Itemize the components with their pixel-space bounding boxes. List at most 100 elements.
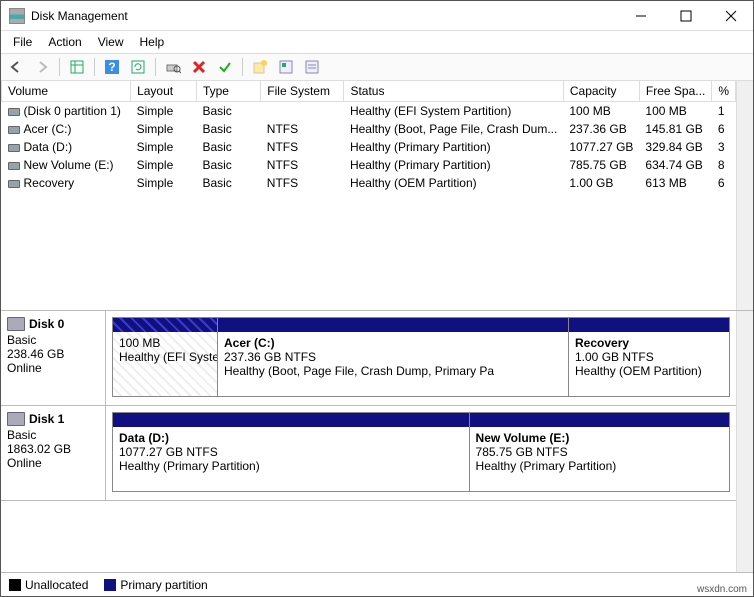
disk-map[interactable]: Disk 0 Basic 238.46 GB Online 100 MB Hea… xyxy=(1,311,736,572)
toolbar: ? xyxy=(1,53,753,81)
partition-status: Healthy (Boot, Page File, Crash Dump, Pr… xyxy=(224,364,562,378)
disk-1-type: Basic xyxy=(7,428,99,442)
cell-type: Basic xyxy=(196,120,260,138)
table-row[interactable]: Recovery Simple Basic NTFS Healthy (OEM … xyxy=(2,174,736,192)
table-row[interactable]: Data (D:) Simple Basic NTFS Healthy (Pri… xyxy=(2,138,736,156)
cell-free: 145.81 GB xyxy=(639,120,711,138)
volume-name: Recovery xyxy=(24,176,75,190)
cell-layout: Simple xyxy=(131,120,197,138)
disk-1-status: Online xyxy=(7,456,99,470)
close-button[interactable] xyxy=(708,1,753,30)
col-type[interactable]: Type xyxy=(196,81,260,102)
col-pct[interactable]: % xyxy=(712,81,736,102)
svg-text:?: ? xyxy=(108,60,115,74)
window-title: Disk Management xyxy=(31,9,618,23)
cell-type: Basic xyxy=(196,102,260,121)
cell-type: Basic xyxy=(196,156,260,174)
volume-scrollbar[interactable] xyxy=(736,81,753,310)
cell-type: Basic xyxy=(196,138,260,156)
partition-size: 1.00 GB NTFS xyxy=(575,350,723,364)
volume-name: (Disk 0 partition 1) xyxy=(24,104,121,118)
cell-fs: NTFS xyxy=(261,156,344,174)
disk-1-header[interactable]: Disk 1 Basic 1863.02 GB Online xyxy=(1,406,106,500)
delete-button[interactable] xyxy=(188,56,210,78)
cell-fs: NTFS xyxy=(261,174,344,192)
volume-name: New Volume (E:) xyxy=(24,158,114,172)
cell-fs xyxy=(261,102,344,121)
maximize-button[interactable] xyxy=(663,1,708,30)
table-row[interactable]: Acer (C:) Simple Basic NTFS Healthy (Boo… xyxy=(2,120,736,138)
col-free[interactable]: Free Spa... xyxy=(639,81,711,102)
volume-table: Volume Layout Type File System Status Ca… xyxy=(1,81,736,192)
legend: Unallocated Primary partition xyxy=(1,572,753,596)
col-status[interactable]: Status xyxy=(344,81,563,102)
menu-help[interactable]: Help xyxy=(132,33,173,51)
partition-name: New Volume (E:) xyxy=(476,431,723,445)
view-list-button[interactable] xyxy=(66,56,88,78)
menu-file[interactable]: File xyxy=(5,33,40,51)
cell-status: Healthy (Boot, Page File, Crash Dum... xyxy=(344,120,563,138)
volume-list[interactable]: Volume Layout Type File System Status Ca… xyxy=(1,81,736,310)
disk-0-header[interactable]: Disk 0 Basic 238.46 GB Online xyxy=(1,311,106,405)
cell-fs: NTFS xyxy=(261,138,344,156)
volume-icon xyxy=(8,180,20,188)
partition-new-volume-e[interactable]: New Volume (E:) 785.75 GB NTFS Healthy (… xyxy=(470,413,729,491)
partition-status: Healthy (Primary Partition) xyxy=(119,459,463,473)
cell-pct: 3 xyxy=(712,138,736,156)
table-row[interactable]: (Disk 0 partition 1) Simple Basic Health… xyxy=(2,102,736,121)
disk-0-status: Online xyxy=(7,361,99,375)
partition-data-d[interactable]: Data (D:) 1077.27 GB NTFS Healthy (Prima… xyxy=(113,413,470,491)
partition-status: Healthy (Primary Partition) xyxy=(476,459,723,473)
partition-size: 1077.27 GB NTFS xyxy=(119,445,463,459)
cell-layout: Simple xyxy=(131,102,197,121)
volume-name: Acer (C:) xyxy=(24,122,72,136)
table-row[interactable]: New Volume (E:) Simple Basic NTFS Health… xyxy=(2,156,736,174)
menubar: File Action View Help xyxy=(1,31,753,53)
table-header-row[interactable]: Volume Layout Type File System Status Ca… xyxy=(2,81,736,102)
menu-action[interactable]: Action xyxy=(40,33,89,51)
apply-button[interactable] xyxy=(214,56,236,78)
cell-free: 100 MB xyxy=(639,102,711,121)
partition-acer-c[interactable]: Acer (C:) 237.36 GB NTFS Healthy (Boot, … xyxy=(218,318,569,396)
volume-icon xyxy=(8,108,20,116)
cell-fs: NTFS xyxy=(261,120,344,138)
disk-icon xyxy=(7,317,25,331)
menu-view[interactable]: View xyxy=(90,33,132,51)
partition-recovery[interactable]: Recovery 1.00 GB NTFS Healthy (OEM Parti… xyxy=(569,318,729,396)
help-button[interactable]: ? xyxy=(101,56,123,78)
back-button[interactable] xyxy=(5,56,27,78)
partition-size: 100 MB xyxy=(119,336,211,350)
titlebar[interactable]: Disk Management xyxy=(1,1,753,31)
rescan-button[interactable] xyxy=(162,56,184,78)
disk-0-size: 238.46 GB xyxy=(7,347,99,361)
cell-pct: 6 xyxy=(712,174,736,192)
legend-unallocated: Unallocated xyxy=(9,578,88,592)
forward-button[interactable] xyxy=(31,56,53,78)
disk-icon xyxy=(7,412,25,426)
cell-capacity: 237.36 GB xyxy=(563,120,639,138)
partition-size: 237.36 GB NTFS xyxy=(224,350,562,364)
cell-free: 329.84 GB xyxy=(639,138,711,156)
col-layout[interactable]: Layout xyxy=(131,81,197,102)
cell-layout: Simple xyxy=(131,156,197,174)
disk-1-size: 1863.02 GB xyxy=(7,442,99,456)
refresh-button[interactable] xyxy=(127,56,149,78)
partition-name: Acer (C:) xyxy=(224,336,562,350)
volume-icon xyxy=(8,144,20,152)
settings-button[interactable] xyxy=(301,56,323,78)
app-icon xyxy=(9,8,25,24)
col-capacity[interactable]: Capacity xyxy=(563,81,639,102)
col-volume[interactable]: Volume xyxy=(2,81,131,102)
new-partition-button[interactable] xyxy=(249,56,271,78)
watermark: wsxdn.com xyxy=(695,584,749,595)
col-fs[interactable]: File System xyxy=(261,81,344,102)
minimize-button[interactable] xyxy=(618,1,663,30)
partition-efi[interactable]: 100 MB Healthy (EFI System Partition) xyxy=(113,318,218,396)
disk-0-label: Disk 0 xyxy=(29,317,64,331)
properties-button[interactable] xyxy=(275,56,297,78)
partition-name: Recovery xyxy=(575,336,723,350)
diskmap-scrollbar[interactable] xyxy=(736,311,753,572)
cell-layout: Simple xyxy=(131,174,197,192)
partition-name: Data (D:) xyxy=(119,431,463,445)
cell-capacity: 100 MB xyxy=(563,102,639,121)
